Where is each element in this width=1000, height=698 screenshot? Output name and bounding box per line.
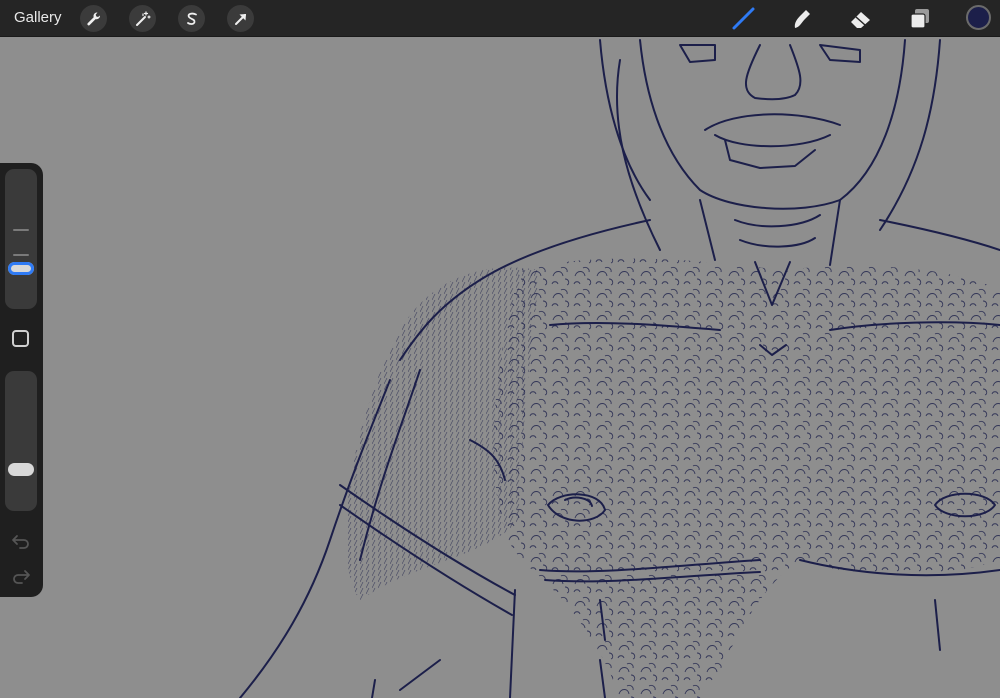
wrench-icon[interactable]	[80, 5, 107, 32]
layers-icon[interactable]	[905, 4, 935, 34]
brush-size-thumb[interactable]	[8, 262, 34, 275]
chest-hair-texture	[345, 258, 1000, 698]
left-sidebar	[0, 163, 43, 597]
brush-size-slider[interactable]	[5, 169, 37, 309]
brush-icon[interactable]	[728, 4, 758, 34]
opacity-thumb[interactable]	[8, 463, 34, 476]
drawing-canvas[interactable]	[0, 37, 1000, 698]
top-toolbar: Gallery	[0, 0, 1000, 37]
magic-wand-icon[interactable]	[129, 5, 156, 32]
redo-icon[interactable]	[11, 568, 31, 584]
modify-button[interactable]	[12, 330, 29, 347]
size-tick	[13, 229, 29, 231]
color-picker-swatch[interactable]	[966, 5, 991, 30]
opacity-slider[interactable]	[5, 371, 37, 511]
gallery-button[interactable]: Gallery	[14, 9, 62, 26]
selection-s-icon[interactable]	[178, 5, 205, 32]
arrow-cursor-icon[interactable]	[227, 5, 254, 32]
size-tick	[13, 254, 29, 256]
smudge-icon[interactable]	[787, 4, 817, 34]
eraser-icon[interactable]	[846, 4, 876, 34]
undo-icon[interactable]	[11, 533, 31, 549]
